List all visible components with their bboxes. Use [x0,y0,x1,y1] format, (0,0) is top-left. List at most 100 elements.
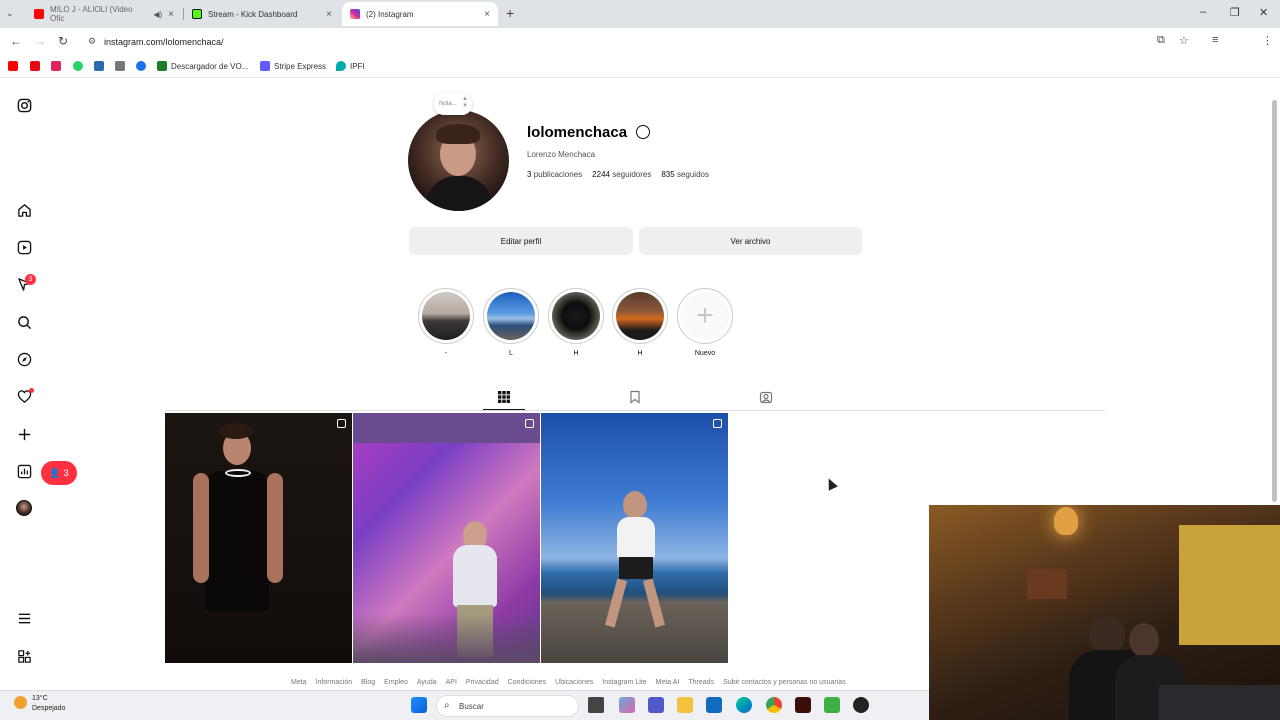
bookmark-netflix[interactable] [30,61,40,71]
explore-icon[interactable] [16,351,32,367]
minimize-icon[interactable]: – [1200,6,1206,18]
chrome-icon[interactable] [766,697,782,713]
posts-grid-tab-icon[interactable] [497,390,511,404]
bookmark-label: Stripe Express [274,61,327,71]
story-highlight[interactable]: L [483,288,539,357]
install-app-icon[interactable]: ⧉ [1157,34,1165,47]
home-icon[interactable] [16,202,32,218]
activity-popup-badge[interactable]: 👤 3 [41,461,77,485]
footer-link[interactable]: Información [316,679,353,686]
bookmark-whatsapp[interactable] [73,61,83,71]
bookmark-site[interactable] [136,61,146,71]
footer-link[interactable]: Condiciones [508,679,547,686]
profile-avatar-icon[interactable] [16,500,32,516]
outlook-icon[interactable] [706,697,722,713]
story-highlight[interactable]: H [548,288,604,357]
highlight-label: Nuevo [694,350,716,357]
bookmark-stripe[interactable]: Stripe Express [260,61,326,71]
footer-link[interactable]: Meta AI [656,679,680,686]
kick-icon [192,9,202,19]
new-tab-icon[interactable]: + [506,5,514,21]
temperature: 13°C [32,695,48,702]
bookmark-site[interactable] [94,61,104,71]
app-icon[interactable] [824,697,840,713]
footer-link[interactable]: Meta [291,679,307,686]
reels-icon[interactable] [16,239,32,255]
teams-icon[interactable] [648,697,664,713]
close-tab-icon[interactable]: × [326,9,332,20]
post-thumbnail[interactable] [541,413,728,663]
windows-start-icon[interactable] [411,697,427,713]
tab-youtube[interactable]: MILO J - ALIOLI (Video Ofic ◀) × [26,2,182,26]
footer-link[interactable]: Empleo [384,679,408,686]
forward-icon[interactable]: → [34,34,46,48]
webcam-desk [1159,685,1280,720]
close-tab-icon[interactable]: × [484,9,490,20]
bookmark-ipfi[interactable]: IPFI [336,61,365,71]
tab-search-dropdown-icon[interactable]: ⌄ [6,8,14,19]
tagged-tab-icon[interactable] [759,390,773,404]
instagram-logo-icon[interactable] [16,97,32,113]
post-thumbnail[interactable] [353,413,540,663]
close-window-icon[interactable]: ✕ [1259,6,1268,19]
edit-profile-button[interactable]: Editar perfil [409,227,633,255]
footer-link[interactable]: API [446,679,457,686]
search-icon[interactable] [16,314,32,330]
footer-link[interactable]: Privacidad [466,679,499,686]
back-icon[interactable]: ← [10,34,22,48]
bookmark-descargador[interactable]: Descargador de VO... [157,61,248,71]
bookmark-angular[interactable] [51,61,61,71]
address-bar[interactable]: ⚙ instagram.com/lolomenchaca/ [80,31,1200,53]
more-menu-icon[interactable] [16,610,32,626]
search-icon: ⌕ [444,700,450,711]
create-icon[interactable] [16,426,32,442]
reload-icon[interactable]: ↻ [58,34,68,48]
bookmark-site[interactable] [115,61,125,71]
tab-kick[interactable]: Stream - Kick Dashboard × [184,2,340,26]
close-tab-icon[interactable]: × [168,9,174,20]
note-bubble[interactable]: Nota... ▲ ▼ [434,93,472,115]
webcam-person [1089,615,1125,655]
story-highlight[interactable]: - [418,288,474,357]
new-highlight-button[interactable]: + Nuevo [677,288,733,357]
dashboard-icon[interactable] [16,463,32,479]
profile-avatar-large[interactable] [408,110,509,211]
restore-icon[interactable]: ❐ [1230,6,1240,19]
weather-widget[interactable]: 13°C Despejado [14,694,65,714]
app-icon[interactable] [853,697,869,713]
footer-link[interactable]: Ubicaciones [555,679,593,686]
illustrator-icon[interactable] [795,697,811,713]
copilot-icon[interactable] [619,697,635,713]
post-photo-detail [193,473,209,583]
netflix-icon [30,61,40,71]
bookmark-youtube[interactable] [8,61,18,71]
footer-link[interactable]: Instagram Lite [602,679,646,686]
post-thumbnail[interactable] [165,413,352,663]
menu-icon[interactable]: ⋮ [1262,34,1273,47]
footer-link[interactable]: Ayuda [417,679,437,686]
settings-gear-icon[interactable] [636,125,650,139]
tab-instagram[interactable]: (2) Instagram × [342,2,498,26]
saved-tab-bookmark-icon[interactable] [628,390,642,404]
followers-count[interactable]: 2244 seguidores [592,170,651,179]
footer-link[interactable]: Blog [361,679,375,686]
instagram-sidebar: 3 👤 3 [0,80,77,690]
site-info-icon[interactable]: ⚙ [88,36,96,47]
speaker-icon[interactable]: ◀) [153,10,162,19]
highlight-label: - [444,350,448,357]
task-view-icon[interactable] [588,697,604,713]
story-highlight[interactable]: H [612,288,668,357]
taskbar-search[interactable]: ⌕ Buscar [436,695,579,717]
view-archive-button[interactable]: Ver archivo [639,227,862,255]
following-count[interactable]: 835 seguidos [661,170,709,179]
bookmark-star-icon[interactable]: ☆ [1179,34,1189,47]
also-from-meta-icon[interactable] [16,648,32,664]
weather-condition: Despejado [32,705,66,712]
footer-link[interactable]: Subir contactos y personas no usuarias [723,679,846,686]
url-text: instagram.com/lolomenchaca/ [104,37,224,47]
file-explorer-icon[interactable] [677,697,693,713]
reading-list-icon[interactable]: ≡ [1212,34,1218,46]
page-scrollbar[interactable] [1272,100,1277,502]
edge-icon[interactable] [736,697,752,713]
footer-link[interactable]: Threads [688,679,714,686]
